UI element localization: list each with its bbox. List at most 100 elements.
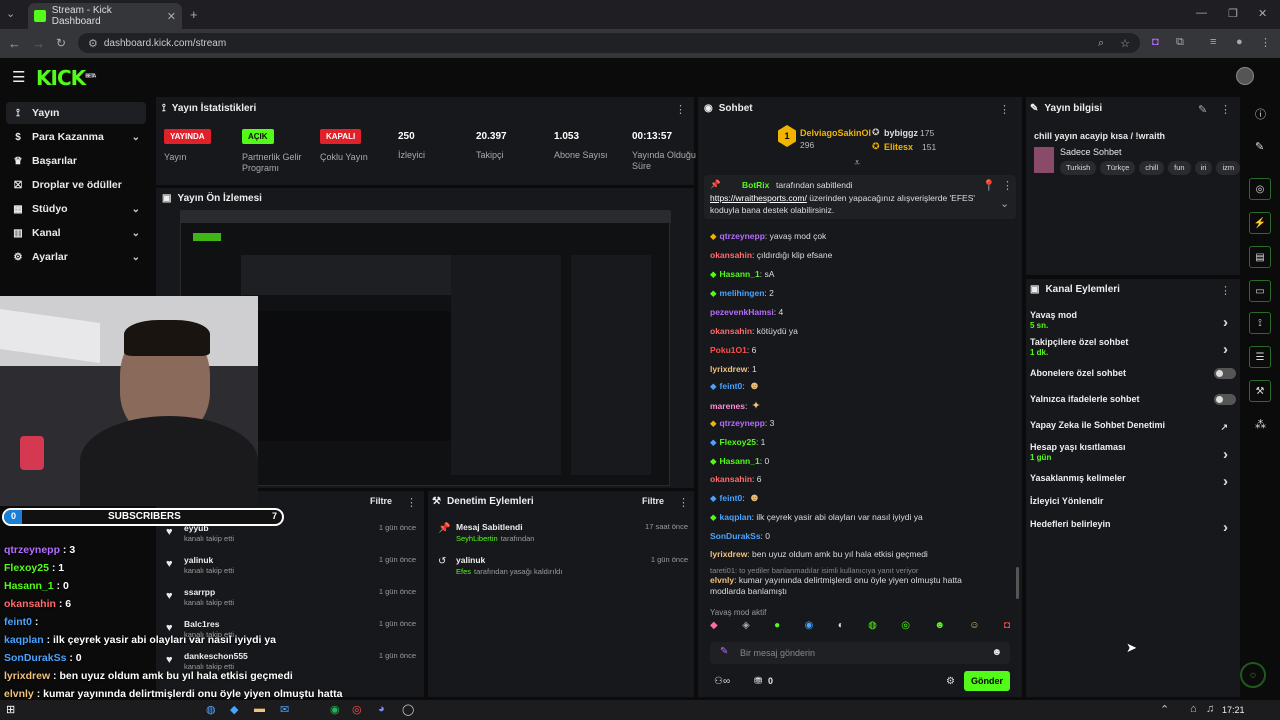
channel-action-row[interactable]: Yapay Zeka ile Sohbet Denetimi ↗ xyxy=(1030,420,1236,433)
stream-tag[interactable]: Turkish xyxy=(1060,161,1097,175)
chat-user[interactable]: Hasann_1 xyxy=(720,269,760,279)
bookmark-star-icon[interactable]: ☆ xyxy=(1120,37,1130,50)
tab-list-icon[interactable]: ⌄ xyxy=(6,7,15,20)
channel-action-row[interactable]: Hesap yaşı kısıtlaması 1 gün › xyxy=(1030,442,1236,463)
stream-tag[interactable]: chill xyxy=(1139,161,1165,175)
rail-bolt-button[interactable]: ⚡ xyxy=(1249,212,1271,234)
external-link-icon[interactable]: ↗ xyxy=(1220,422,1228,433)
taskbar-app-1-icon[interactable]: ◍ xyxy=(206,703,216,716)
chevron-right-icon[interactable]: › xyxy=(1223,519,1228,536)
chat-user[interactable]: Flexoy25 xyxy=(720,437,756,447)
pinned-more-icon[interactable]: ⋮ xyxy=(1002,179,1013,192)
rail-document-button[interactable]: ▤ xyxy=(1249,246,1271,268)
moderator-name[interactable]: SeyhLibertin xyxy=(456,534,498,543)
moderation-more-icon[interactable]: ⋮ xyxy=(678,496,689,509)
channel-action-row[interactable]: Yavaş mod 5 sn. › xyxy=(1030,310,1236,331)
activity-user[interactable]: ssarrpp xyxy=(184,587,215,597)
collapse-gifters-icon[interactable]: ⩡ xyxy=(854,157,860,170)
toggle-switch[interactable] xyxy=(1214,394,1236,405)
chat-user[interactable]: Poku1O1 xyxy=(710,345,747,355)
expand-pinned-icon[interactable]: ⌄ xyxy=(1000,197,1009,210)
emoji-picker-icon[interactable]: ☻ xyxy=(991,647,1002,658)
channel-actions-more-icon[interactable]: ⋮ xyxy=(1220,284,1231,297)
chat-user[interactable]: lyrixdrew xyxy=(710,549,747,559)
back-icon[interactable]: ← xyxy=(8,36,21,51)
windows-start-icon[interactable]: ⊞ xyxy=(6,703,15,716)
taskbar-app-2-icon[interactable]: ◆ xyxy=(230,703,238,716)
media-control-icon[interactable]: ≡ xyxy=(1210,36,1216,48)
chevron-right-icon[interactable]: › xyxy=(1223,341,1228,358)
close-tab-icon[interactable]: ✕ xyxy=(167,10,176,23)
chat-users-icon[interactable]: ⚇∞ xyxy=(714,676,730,687)
emote-6-icon[interactable]: ◍ xyxy=(868,620,877,638)
sidebar-item-3[interactable]: ⛝ Droplar ve ödüller xyxy=(6,174,146,196)
chat-user[interactable]: SonDurakSs xyxy=(710,531,761,541)
chat-user[interactable]: okansahin xyxy=(710,326,752,336)
browser-menu-icon[interactable]: ⋮ xyxy=(1260,36,1271,49)
user-avatar[interactable] xyxy=(1236,67,1254,85)
profile-icon[interactable]: ● xyxy=(1236,36,1243,48)
activity-user[interactable]: dankeschon555 xyxy=(184,651,248,661)
chat-user[interactable]: lyrixdrew xyxy=(710,364,747,374)
chat-user[interactable]: marenes xyxy=(710,401,745,411)
chat-user[interactable]: Hasann_1 xyxy=(720,456,760,466)
info-icon[interactable]: ⓘ xyxy=(1255,106,1266,122)
top-gifter-name[interactable]: DelviagoSakinOl xyxy=(800,128,871,138)
emote-10-icon[interactable]: ◘ xyxy=(1004,620,1010,638)
gifter-2-name[interactable]: bybiggz xyxy=(884,128,918,138)
emote-4-icon[interactable]: ◉ xyxy=(805,620,814,638)
extensions-puzzle-icon[interactable]: ⧉ xyxy=(1176,36,1184,49)
chat-user[interactable]: qtrzeynepp xyxy=(720,418,765,428)
activity-more-icon[interactable]: ⋮ xyxy=(406,496,417,509)
rail-tools-button[interactable]: ⚒ xyxy=(1249,380,1271,402)
chevron-right-icon[interactable]: › xyxy=(1223,473,1228,490)
pinned-link[interactable]: https://wraithesports.com/ xyxy=(710,193,807,203)
gifter-3-name[interactable]: Elitesx xyxy=(884,142,913,152)
chat-input[interactable]: ✎ Bir mesaj gönderin ☻ xyxy=(710,642,1010,664)
sidebar-item-1[interactable]: $ Para Kazanma ⌄ xyxy=(6,126,146,148)
chevron-right-icon[interactable]: › xyxy=(1223,446,1228,463)
forward-icon[interactable]: → xyxy=(32,36,45,51)
chevron-down-icon[interactable]: ⌄ xyxy=(132,252,140,263)
tray-chevron-icon[interactable]: ⌃ xyxy=(1160,703,1169,716)
channel-action-row[interactable]: Abonelere özel sohbet xyxy=(1030,368,1236,379)
chrome-icon[interactable]: ◎ xyxy=(352,703,362,716)
rail-camera-button[interactable]: ◎ xyxy=(1249,178,1271,200)
pinned-user[interactable]: BotRix xyxy=(742,180,769,190)
close-window-icon[interactable]: ✕ xyxy=(1258,7,1267,20)
site-info-icon[interactable]: ⚙ xyxy=(88,37,98,50)
minimize-icon[interactable]: — xyxy=(1196,7,1207,19)
stream-tag[interactable]: fun xyxy=(1168,161,1191,175)
edit-stream-info-icon[interactable]: ✎ xyxy=(1198,103,1207,116)
unpin-icon[interactable]: 📍 xyxy=(982,179,996,192)
chat-user-last[interactable]: elvnly xyxy=(710,575,734,585)
chat-user[interactable]: okansahin xyxy=(710,250,752,260)
maximize-icon[interactable]: ❐ xyxy=(1228,7,1238,20)
stream-tag[interactable]: Türkçe xyxy=(1100,161,1136,175)
zoom-icon[interactable]: ⌕ xyxy=(1098,37,1104,50)
sidebar-item-5[interactable]: ▥ Kanal ⌄ xyxy=(6,222,146,244)
discord-icon[interactable]: ◕ xyxy=(378,703,385,715)
sidebar-item-0[interactable]: ⟟ Yayın xyxy=(6,102,146,124)
emote-3-icon[interactable]: ● xyxy=(774,620,780,638)
spotify-icon[interactable]: ◉ xyxy=(330,703,340,716)
chevron-down-icon[interactable]: ⌄ xyxy=(132,204,140,215)
activity-filter-button[interactable]: Filtre xyxy=(370,496,392,506)
chat-scrollbar[interactable] xyxy=(1016,567,1019,599)
toggle-switch[interactable] xyxy=(1214,368,1236,379)
chat-user[interactable]: okansahin xyxy=(710,474,752,484)
channel-action-row[interactable]: Yasaklanmış kelimeler › xyxy=(1030,473,1236,490)
stream-tag[interactable]: izm xyxy=(1216,161,1240,175)
stream-tag[interactable]: iri xyxy=(1194,161,1213,175)
sidebar-item-2[interactable]: ♛ Başarılar xyxy=(6,150,146,172)
emote-8-icon[interactable]: ☻ xyxy=(934,620,945,638)
chat-user[interactable]: pezevenkHamsi xyxy=(710,307,774,317)
chat-user[interactable]: kaqplan xyxy=(720,512,752,522)
activity-user[interactable]: eyyub xyxy=(184,523,209,533)
edit-icon[interactable]: ✎ xyxy=(1255,140,1264,153)
channel-action-row[interactable]: Hedefleri belirleyin › xyxy=(1030,519,1236,536)
chat-user[interactable]: feint0 xyxy=(720,381,743,391)
send-button[interactable]: Gönder xyxy=(964,671,1010,691)
browser-tab[interactable]: Stream - Kick Dashboard ✕ xyxy=(28,3,182,29)
channel-action-row[interactable]: İzleyici Yönlendir xyxy=(1030,496,1236,506)
